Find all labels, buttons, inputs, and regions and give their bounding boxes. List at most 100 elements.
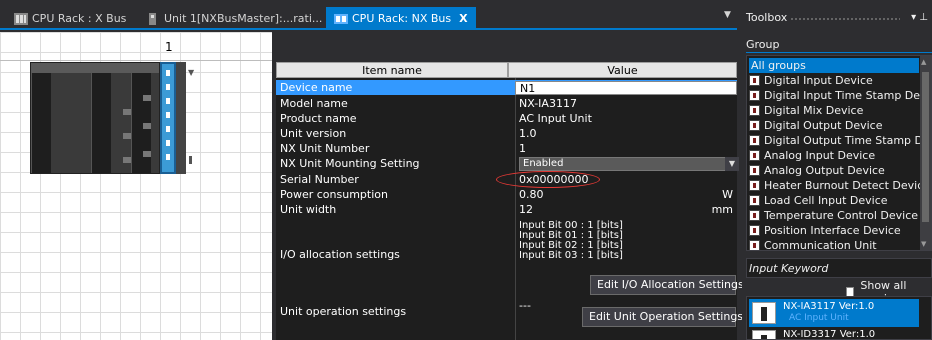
list-item-label: Analog Output Device: [764, 164, 885, 177]
list-item-label: Analog Input Device: [764, 149, 876, 162]
row-value: AC Input Unit: [519, 112, 592, 125]
table-row-mounting-setting: NX Unit Mounting Setting Enabled ▼: [276, 156, 739, 171]
list-item[interactable]: Digital Mix Device: [749, 103, 863, 118]
list-item-label: Digital Mix Device: [764, 104, 864, 117]
device-icon: [749, 105, 760, 116]
table-row-device-name[interactable]: Device name N1: [276, 80, 737, 95]
list-item[interactable]: Analog Output Device: [749, 163, 885, 178]
selected-nx-unit-image[interactable]: [160, 62, 176, 174]
tab-label: CPU Rack : X Bus: [32, 12, 127, 25]
table-row-io-allocation: I/O allocation settings: [276, 247, 737, 262]
chevron-down-icon[interactable]: ▼: [921, 240, 926, 248]
group-list-scrollbar[interactable]: ▲ ▼: [920, 56, 931, 250]
device-icon: [749, 210, 760, 221]
table-row-model-name: Model name NX-IA3117: [276, 96, 737, 111]
device-list[interactable]: NX-IA3117 Ver:1.0 AC Input Unit NX-ID331…: [746, 296, 932, 340]
row-label: Device name: [280, 81, 353, 94]
io-allocation-list: Input Bit 00 : 1 [bits] Input Bit 01 : 1…: [519, 221, 623, 261]
list-item: Input Bit 03 : 1 [bits]: [519, 250, 623, 261]
table-row-power-consumption: Power consumption 0.80 W: [276, 187, 737, 202]
list-item[interactable]: All groups: [749, 58, 919, 73]
row-value: ---: [519, 299, 531, 312]
table-row-serial-number: Serial Number 0x00000000: [276, 171, 737, 188]
row-label: Unit version: [280, 127, 347, 140]
document-tab-bar: CPU Rack : X Bus Unit 1[NXBusMaster]:...…: [0, 0, 737, 30]
row-label: NX Unit Number: [280, 142, 370, 155]
list-item[interactable]: Communication Unit: [749, 238, 877, 250]
mounting-setting-select[interactable]: Enabled ▼: [519, 157, 739, 171]
device-name-input[interactable]: N1: [515, 81, 737, 95]
list-item-label: Load Cell Input Device: [764, 194, 888, 207]
rack-icon: [334, 13, 348, 24]
edit-unit-operation-button[interactable]: Edit Unit Operation Settings: [582, 307, 743, 327]
tab-list-dropdown-icon[interactable]: ▼: [724, 10, 731, 20]
select-value: Enabled: [523, 158, 564, 169]
row-label: Model name: [280, 97, 348, 110]
list-item[interactable]: Heater Burnout Detect Devic: [749, 178, 923, 193]
scrollbar-thumb[interactable]: [922, 72, 929, 222]
list-item[interactable]: Digital Input Time Stamp De: [749, 88, 920, 103]
panel-title: Toolbox: [746, 11, 788, 24]
group-list[interactable]: All groups Digital Input Device Digital …: [746, 55, 932, 251]
tab-unit-1-nxbusmaster[interactable]: Unit 1[NXBusMaster]:...rati...: [146, 9, 322, 28]
row-label: Power consumption: [280, 188, 388, 201]
row-value: 12: [519, 203, 533, 216]
toolbox-panel: Toolbox ▾ ⊥ Group All groups Digital Inp…: [742, 0, 932, 340]
column-header-item-name: Item name: [276, 62, 508, 78]
chevron-down-icon[interactable]: ▼: [725, 157, 739, 171]
grip: [790, 17, 900, 21]
list-item[interactable]: Position Interface Device: [749, 223, 901, 238]
tab-cpu-rack-xbus[interactable]: CPU Rack : X Bus: [14, 9, 126, 28]
device-icon: [749, 165, 760, 176]
row-value: 1: [519, 142, 526, 155]
unit-label: mm: [711, 203, 733, 216]
table-row-product-name: Product name AC Input Unit: [276, 111, 737, 126]
list-item[interactable]: Digital Input Device: [749, 73, 873, 88]
table-row-unit-version: Unit version 1.0: [276, 126, 737, 141]
tab-label: Unit 1[NXBusMaster]:...rati...: [164, 12, 323, 25]
unit-label: W: [722, 188, 733, 201]
device-icon: [749, 225, 760, 236]
device-name: NX-ID3317 Ver:1.0: [783, 329, 876, 340]
list-item[interactable]: Analog Input Device: [749, 148, 875, 163]
row-label: Unit width: [280, 203, 337, 216]
sysmac-studio-window: CPU Rack : X Bus Unit 1[NXBusMaster]:...…: [0, 0, 932, 340]
row-label: Unit operation settings: [280, 305, 407, 318]
row-label: NX Unit Mounting Setting: [280, 157, 420, 170]
list-item[interactable]: Temperature Control Device: [749, 208, 918, 223]
highlight-annotation: [496, 171, 600, 188]
rack-canvas[interactable]: 1 ▼: [0, 32, 272, 340]
row-label: Product name: [280, 112, 357, 125]
pin-icon[interactable]: ▾ ⊥: [911, 8, 928, 28]
list-item[interactable]: Digital Output Device: [749, 118, 883, 133]
group-underline: [746, 52, 932, 53]
input-keyword-field[interactable]: Input Keyword: [746, 258, 932, 278]
column-header-value: Value: [508, 62, 737, 78]
tab-cpu-rack-nxbus[interactable]: CPU Rack: NX Bus X: [326, 7, 476, 30]
list-item[interactable]: NX-ID3317 Ver:1.0: [749, 327, 919, 340]
row-value: NX-IA3117: [519, 97, 577, 110]
list-item[interactable]: NX-IA3117 Ver:1.0 AC Input Unit: [749, 299, 919, 327]
list-item-label: Temperature Control Device: [764, 209, 919, 222]
slot-number: 1: [165, 40, 173, 54]
close-icon[interactable]: X: [459, 9, 467, 28]
device-description: AC Input Unit: [789, 313, 849, 323]
edit-io-allocation-button[interactable]: Edit I/O Allocation Settings: [590, 275, 744, 295]
chevron-down-icon[interactable]: ▼: [188, 68, 194, 77]
unit-properties-table: Item name Value Device name N1 Model nam…: [276, 62, 744, 340]
list-item[interactable]: Digital Output Time Stamp D: [749, 133, 923, 148]
list-item-label: All groups: [751, 59, 806, 72]
cpu-unit-image[interactable]: [30, 62, 160, 174]
device-icon: [749, 120, 760, 131]
device-icon: [752, 302, 776, 324]
chevron-up-icon[interactable]: ▲: [921, 58, 926, 66]
list-item[interactable]: Load Cell Input Device: [749, 193, 888, 208]
row-label: I/O allocation settings: [280, 248, 400, 261]
table-row-unit-width: Unit width 12 mm: [276, 202, 737, 217]
device-icon: [749, 240, 760, 250]
list-item-label: Digital Input Time Stamp De: [764, 89, 921, 102]
device-icon: [749, 195, 760, 206]
list-item-label: Digital Input Device: [764, 74, 873, 87]
device-icon: [752, 330, 776, 339]
tab-label: CPU Rack: NX Bus: [352, 12, 452, 25]
